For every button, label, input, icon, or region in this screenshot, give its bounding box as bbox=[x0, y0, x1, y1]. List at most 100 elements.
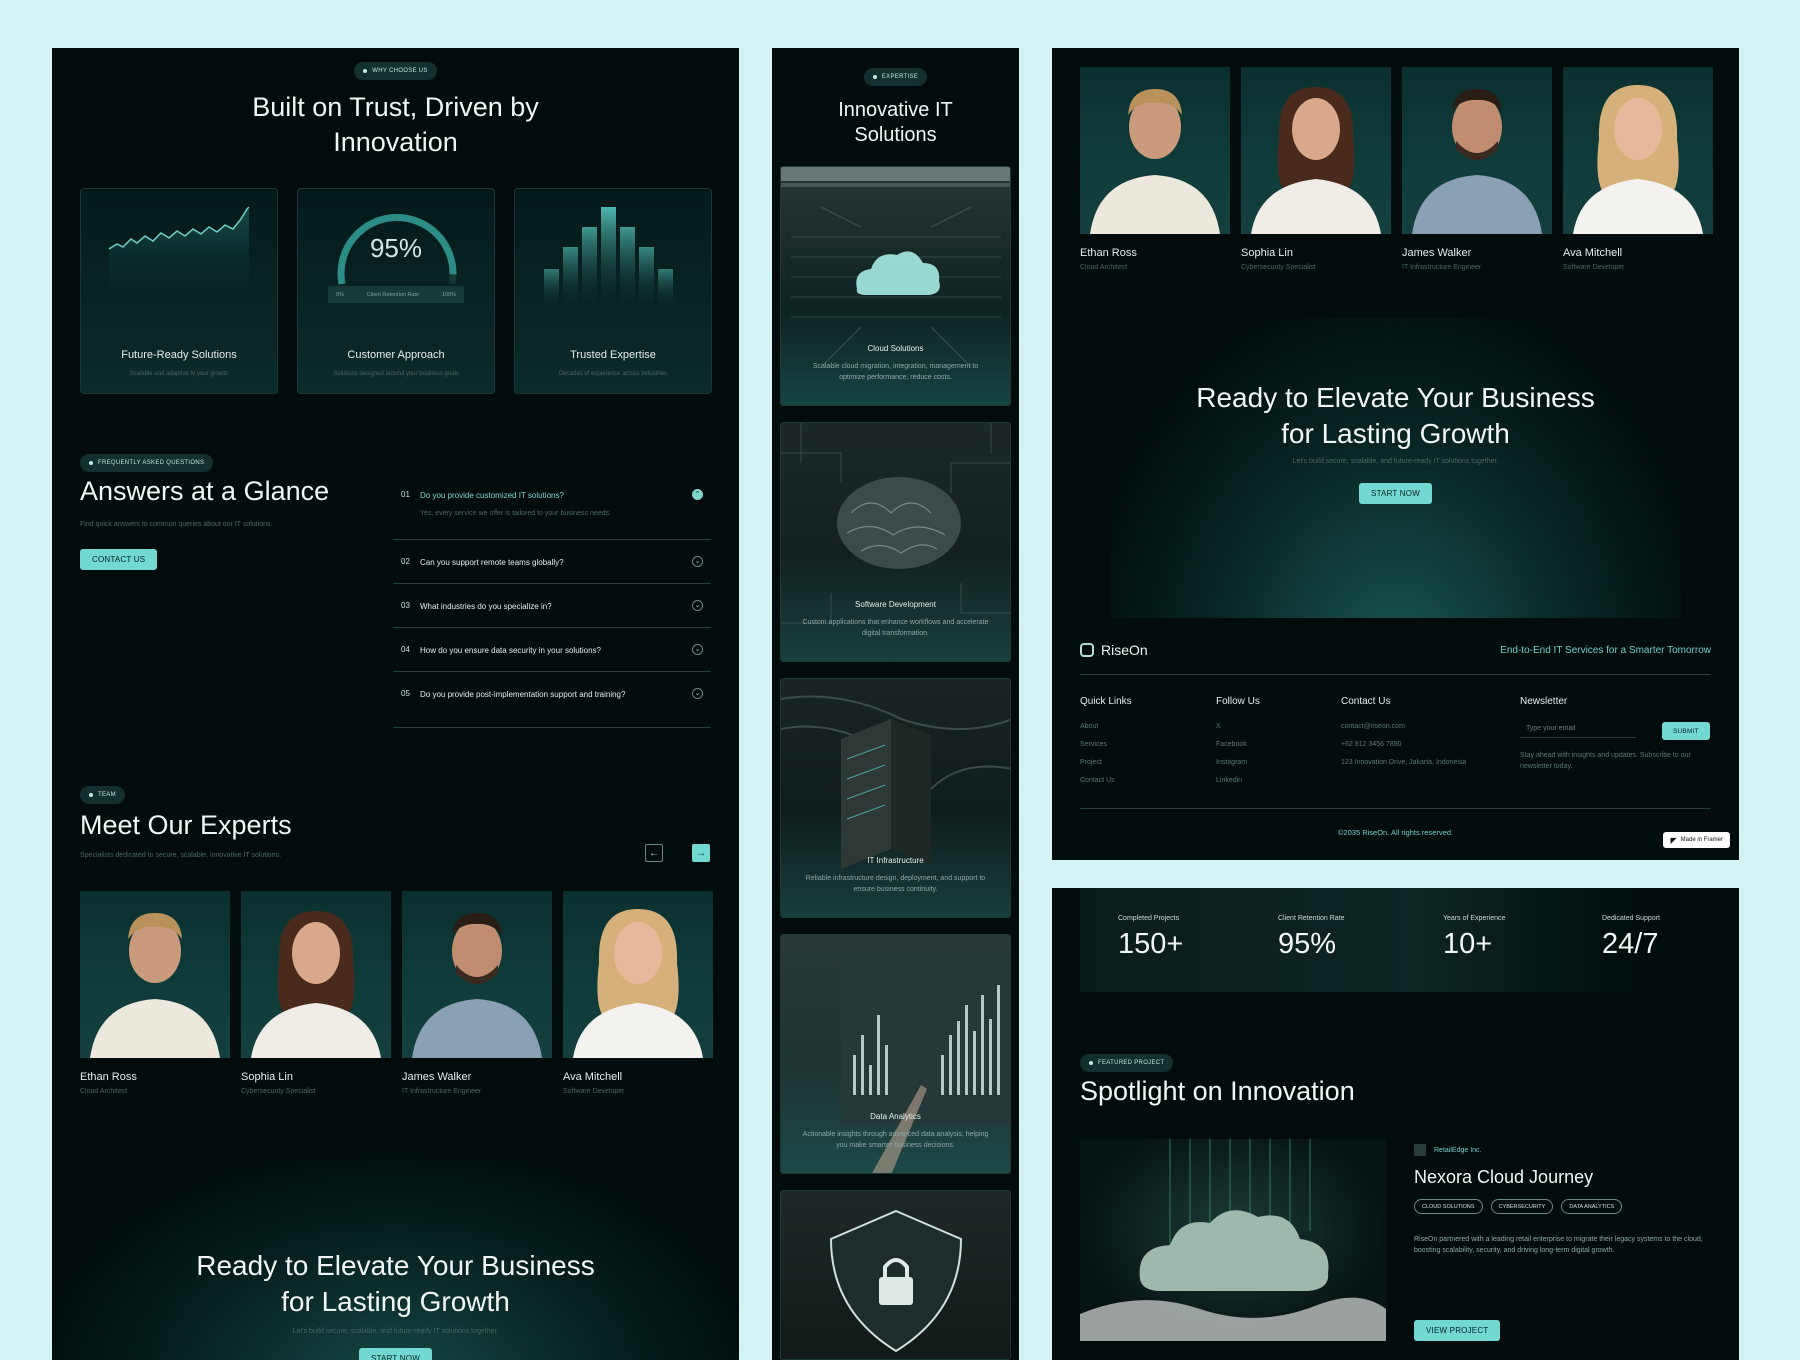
made-in-framer-badge[interactable]: ◤ Made in Framer bbox=[1663, 832, 1730, 848]
service-card-analytics[interactable]: Data Analytics Actionable insights throu… bbox=[780, 934, 1011, 1174]
project-image bbox=[1080, 1139, 1386, 1341]
stat-value: 150+ bbox=[1118, 928, 1184, 960]
team-member-james[interactable]: James Walker IT Infrastructure Engineer bbox=[1402, 67, 1552, 271]
service-card-cloud[interactable]: Cloud Solutions Scalable cloud migration… bbox=[780, 166, 1011, 406]
card-subtitle: Solutions designed around your business … bbox=[333, 371, 459, 377]
avatar bbox=[241, 891, 391, 1058]
portrait-image bbox=[412, 913, 542, 1058]
why-choose-pill-label: WHY CHOOSE US bbox=[372, 68, 428, 74]
chevron-up-icon[interactable]: ⌃ bbox=[692, 489, 703, 500]
footer-link-contact[interactable]: Contact Us bbox=[1080, 777, 1115, 784]
view-project-button[interactable]: VIEW PROJECT bbox=[1414, 1320, 1501, 1341]
social-link-x[interactable]: X bbox=[1216, 723, 1221, 730]
stat-value: 24/7 bbox=[1602, 928, 1659, 960]
team-member-ava[interactable]: Ava Mitchell Software Developer bbox=[563, 891, 713, 1095]
faq-item-3[interactable]: 03 What industries do you specialize in?… bbox=[393, 584, 711, 628]
service-card-software[interactable]: Software Development Custom applications… bbox=[780, 422, 1011, 662]
card-subtitle: Decades of experience across industries bbox=[558, 371, 668, 377]
card-title: Trusted Expertise bbox=[570, 349, 656, 361]
submit-button[interactable]: SUBMIT bbox=[1662, 722, 1710, 740]
faq-question: What industries do you specialize in? bbox=[420, 602, 552, 611]
footer-link-project[interactable]: Project bbox=[1080, 759, 1102, 766]
stat-label: Completed Projects bbox=[1118, 915, 1180, 922]
riseon-logo-icon bbox=[1080, 643, 1094, 657]
why-title: Built on Trust, Driven by Innovation bbox=[52, 90, 739, 160]
brand-name: RiseOn bbox=[1101, 642, 1148, 658]
contact-phone: +62 812 3456 7890 bbox=[1341, 741, 1402, 748]
brand-logo[interactable]: RiseOn bbox=[1080, 642, 1148, 658]
chevron-down-icon[interactable]: ⌄ bbox=[692, 688, 703, 699]
faq-number: 05 bbox=[401, 689, 410, 698]
social-link-instagram[interactable]: Instagram bbox=[1216, 759, 1247, 766]
future-ready-card: Future-Ready Solutions Scalable and adap… bbox=[80, 188, 278, 394]
member-name: James Walker bbox=[1402, 247, 1472, 259]
faq-item-4[interactable]: 04 How do you ensure data security in yo… bbox=[393, 628, 711, 672]
service-title: Cloud Solutions bbox=[867, 344, 924, 353]
team-member-ethan[interactable]: Ethan Ross Cloud Architect bbox=[1080, 67, 1230, 271]
member-role: IT Infrastructure Engineer bbox=[402, 1088, 482, 1095]
team-footer-panel: Ethan Ross Cloud Architect Sophia Lin Cy… bbox=[1052, 48, 1739, 860]
avatar bbox=[563, 891, 713, 1058]
start-now-button[interactable]: START NOW bbox=[359, 1348, 432, 1360]
landing-left-panel: WHY CHOOSE US Built on Trust, Driven by … bbox=[52, 48, 739, 1360]
chevron-down-icon[interactable]: ⌄ bbox=[692, 556, 703, 567]
social-link-facebook[interactable]: Facebook bbox=[1216, 741, 1247, 748]
service-card-infrastructure[interactable]: IT Infrastructure Reliable infrastructur… bbox=[780, 678, 1011, 918]
security-shield-image bbox=[829, 1209, 963, 1353]
expertise-panel: EXPERTISE Innovative IT Solutions Cloud … bbox=[772, 48, 1019, 1360]
faq-title: Answers at a Glance bbox=[80, 476, 330, 506]
member-role: Cloud Architect bbox=[80, 1088, 128, 1095]
contact-us-button[interactable]: CONTACT US bbox=[80, 549, 158, 570]
newsletter-note: Stay ahead with insights and updates. Su… bbox=[1520, 752, 1691, 770]
service-title: Software Development bbox=[855, 600, 936, 609]
why-title-line2: Innovation bbox=[333, 127, 458, 157]
faq-pill-label: FREQUENTLY ASKED QUESTIONS bbox=[98, 460, 205, 466]
featured-project-pill: FEATURED PROJECT bbox=[1080, 1054, 1174, 1072]
framer-badge-label: Made in Framer bbox=[1680, 837, 1723, 843]
service-card-security[interactable] bbox=[780, 1190, 1011, 1360]
tag-cloud-solutions: CLOUD SOLUTIONS bbox=[1414, 1199, 1483, 1214]
copyright-text: ©2035 RiseOn. All rights reserved. bbox=[1337, 828, 1454, 837]
newsletter-email-input[interactable] bbox=[1520, 720, 1636, 738]
team-member-sophia[interactable]: Sophia Lin Cybersecurity Specialist bbox=[1241, 67, 1391, 271]
member-role: Cybersecurity Specialist bbox=[241, 1088, 316, 1095]
footer-link-about[interactable]: About bbox=[1080, 723, 1098, 730]
avatar bbox=[1563, 67, 1713, 234]
team-member-ethan[interactable]: Ethan Ross Cloud Architect bbox=[80, 891, 230, 1095]
faq-item-1[interactable]: 01 Do you provide customized IT solution… bbox=[393, 480, 711, 540]
team-member-ava[interactable]: Ava Mitchell Software Developer bbox=[1563, 67, 1713, 271]
faq-item-5[interactable]: 05 Do you provide post-implementation su… bbox=[393, 672, 711, 728]
faq-question: Do you provide post-implementation suppo… bbox=[420, 690, 626, 699]
member-name: Ava Mitchell bbox=[1563, 247, 1623, 259]
chevron-down-icon[interactable]: ⌄ bbox=[692, 600, 703, 611]
cta-title: Ready to Elevate Your Business for Lasti… bbox=[52, 1248, 739, 1320]
contact-email[interactable]: contact@riseon.com bbox=[1341, 723, 1405, 730]
footer-tagline: End-to-End IT Services for a Smarter Tom… bbox=[1500, 645, 1711, 656]
service-title: IT Infrastructure bbox=[867, 856, 924, 865]
member-role: IT Infrastructure Engineer bbox=[1402, 264, 1482, 271]
faq-question: Can you support remote teams globally? bbox=[420, 558, 564, 567]
faq-item-2[interactable]: 02 Can you support remote teams globally… bbox=[393, 540, 711, 584]
why-choose-pill: WHY CHOOSE US bbox=[354, 62, 437, 80]
team-member-james[interactable]: James Walker IT Infrastructure Engineer bbox=[402, 891, 552, 1095]
service-title: Data Analytics bbox=[870, 1112, 921, 1121]
growth-chart-graphic bbox=[108, 206, 250, 309]
cta-subtitle: Let's build secure, scalable, and future… bbox=[1292, 458, 1499, 465]
quick-links-heading: Quick Links bbox=[1080, 696, 1132, 707]
prev-arrow-icon[interactable]: ← bbox=[645, 844, 663, 862]
faq-question: Do you provide customized IT solutions? bbox=[420, 491, 564, 500]
expertise-pill-label: EXPERTISE bbox=[881, 74, 919, 80]
start-now-button[interactable]: START NOW bbox=[1359, 483, 1432, 504]
client-name: RetailEdge Inc. bbox=[1434, 1146, 1482, 1154]
service-description: Actionable insights through advanced dat… bbox=[802, 1131, 989, 1149]
next-arrow-icon[interactable]: → bbox=[692, 844, 710, 862]
faq-number: 04 bbox=[401, 645, 410, 654]
chevron-down-icon[interactable]: ⌄ bbox=[692, 644, 703, 655]
footer-link-services[interactable]: Services bbox=[1080, 741, 1107, 748]
portrait-image bbox=[1251, 87, 1381, 234]
team-member-sophia[interactable]: Sophia Lin Cybersecurity Specialist bbox=[241, 891, 391, 1095]
social-link-linkedin[interactable]: Linkedin bbox=[1216, 777, 1242, 784]
follow-us-heading: Follow Us bbox=[1216, 696, 1260, 707]
faq-number: 02 bbox=[401, 557, 410, 566]
stat-value: 95% bbox=[1278, 928, 1337, 960]
